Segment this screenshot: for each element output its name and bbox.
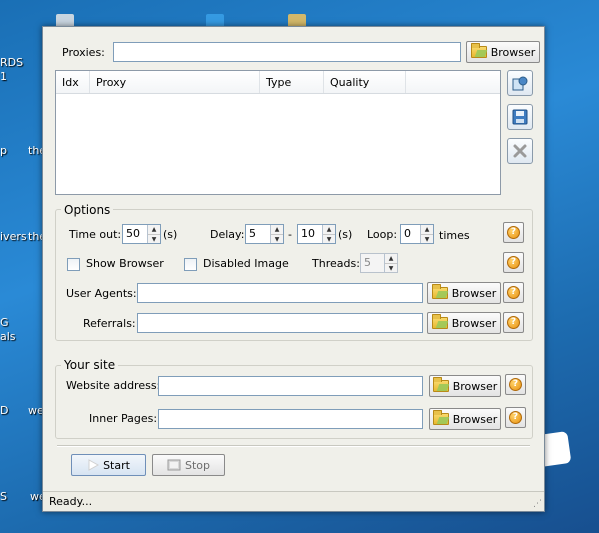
- referrals-input[interactable]: [137, 313, 423, 333]
- browse-label: Browser: [451, 316, 497, 330]
- website-address-input[interactable]: [158, 376, 423, 396]
- help-button[interactable]: ?: [505, 407, 526, 428]
- divider: [57, 445, 530, 447]
- desktop-label: S: [0, 490, 7, 503]
- referrals-browse-button[interactable]: Browser: [427, 312, 501, 334]
- disabled-image-checkbox[interactable]: [184, 258, 197, 271]
- resize-grip-icon[interactable]: ⋰: [533, 499, 542, 509]
- threads-label: Threads:: [312, 257, 360, 270]
- loop-value: 0: [404, 227, 411, 240]
- inner-pages-input[interactable]: [158, 409, 423, 429]
- status-bar: Ready... ⋰: [43, 491, 544, 511]
- show-browser-label[interactable]: Show Browser: [86, 257, 164, 270]
- delay-max-value: 10: [301, 227, 315, 240]
- referrals-label: Referrals:: [83, 317, 136, 330]
- delay-min-value: 5: [249, 227, 256, 240]
- stepper-arrows[interactable]: ▲ ▼: [420, 225, 433, 243]
- stepper-arrows[interactable]: ▲ ▼: [384, 254, 397, 272]
- loop-label: Loop:: [367, 228, 398, 241]
- threads-stepper[interactable]: 5 ▲ ▼: [360, 253, 398, 273]
- delete-proxies-button[interactable]: [507, 138, 533, 164]
- save-icon: [512, 109, 528, 125]
- column-header-type[interactable]: Type: [260, 71, 324, 93]
- show-browser-checkbox[interactable]: [67, 258, 80, 271]
- column-header-quality[interactable]: Quality: [324, 71, 406, 93]
- stop-label: Stop: [184, 458, 210, 472]
- table-header: Idx Proxy Type Quality: [56, 71, 500, 94]
- folder-icon: [431, 284, 448, 299]
- timeout-unit: (s): [163, 228, 178, 241]
- help-button[interactable]: ?: [503, 222, 524, 243]
- desktop-label: D: [0, 404, 9, 417]
- timeout-label: Time out:: [69, 228, 122, 241]
- desktop-label: p: [0, 144, 7, 157]
- help-button[interactable]: ?: [505, 374, 526, 395]
- desktop-label: 1: [0, 70, 7, 83]
- help-icon: ?: [509, 378, 522, 391]
- folder-icon: [470, 43, 487, 58]
- delay-separator: -: [288, 228, 292, 241]
- threads-value: 5: [364, 256, 371, 269]
- loop-stepper[interactable]: 0 ▲ ▼: [400, 224, 434, 244]
- import-proxies-button[interactable]: [507, 70, 533, 96]
- save-proxies-button[interactable]: [507, 104, 533, 130]
- status-text: Ready...: [49, 495, 93, 508]
- folder-icon: [432, 410, 449, 425]
- help-icon: ?: [509, 411, 522, 424]
- help-button[interactable]: ?: [503, 282, 524, 303]
- inner-pages-label: Inner Pages:: [89, 412, 158, 425]
- timeout-stepper[interactable]: 50 ▲ ▼: [122, 224, 161, 244]
- proxy-table[interactable]: Idx Proxy Type Quality: [55, 70, 501, 195]
- browse-label: Browser: [451, 286, 497, 300]
- play-icon: [88, 459, 100, 471]
- film-icon: [167, 459, 181, 471]
- desktop-label: als: [0, 330, 16, 343]
- help-icon: ?: [507, 316, 520, 329]
- folder-icon: [432, 377, 449, 392]
- stepper-arrows[interactable]: ▲ ▼: [322, 225, 335, 243]
- proxies-browse-button[interactable]: Browser: [466, 41, 540, 63]
- user-agents-label: User Agents:: [66, 287, 137, 300]
- your-site-title: Your site: [61, 358, 119, 372]
- timeout-value: 50: [126, 227, 140, 240]
- delay-max-stepper[interactable]: 10 ▲ ▼: [297, 224, 336, 244]
- delay-label: Delay:: [210, 228, 245, 241]
- help-button[interactable]: ?: [503, 252, 524, 273]
- website-browse-button[interactable]: Browser: [429, 375, 501, 397]
- import-icon: [512, 76, 528, 91]
- user-agents-input[interactable]: [137, 283, 423, 303]
- user-agents-browse-button[interactable]: Browser: [427, 282, 501, 304]
- start-label: Start: [103, 458, 130, 472]
- start-button[interactable]: Start: [71, 454, 146, 476]
- close-icon: [513, 144, 527, 158]
- stop-button[interactable]: Stop: [152, 454, 225, 476]
- loop-unit: times: [439, 229, 470, 242]
- delay-min-stepper[interactable]: 5 ▲ ▼: [245, 224, 284, 244]
- stepper-arrows[interactable]: ▲ ▼: [147, 225, 160, 243]
- proxy-tool-window: Proxies: Browser Idx Proxy Type Quality …: [42, 26, 545, 512]
- help-icon: ?: [507, 256, 520, 269]
- website-address-label: Website address:: [66, 379, 161, 392]
- browse-label: Browser: [452, 412, 498, 426]
- desktop-label: G: [0, 316, 9, 329]
- folder-icon: [431, 314, 448, 329]
- desktop-label: ivers: [0, 230, 27, 243]
- disabled-image-label[interactable]: Disabled Image: [203, 257, 289, 270]
- column-header-proxy[interactable]: Proxy: [90, 71, 260, 93]
- help-icon: ?: [507, 226, 520, 239]
- proxies-label: Proxies:: [62, 46, 105, 59]
- help-icon: ?: [507, 286, 520, 299]
- help-button[interactable]: ?: [503, 312, 524, 333]
- inner-pages-browse-button[interactable]: Browser: [429, 408, 501, 430]
- delay-unit: (s): [338, 228, 353, 241]
- browse-label: Browser: [452, 379, 498, 393]
- stepper-arrows[interactable]: ▲ ▼: [270, 225, 283, 243]
- proxies-input[interactable]: [113, 42, 461, 62]
- column-header-idx[interactable]: Idx: [56, 71, 90, 93]
- desktop-label: RDS: [0, 56, 24, 69]
- browse-label: Browser: [490, 45, 536, 59]
- options-title: Options: [61, 203, 114, 217]
